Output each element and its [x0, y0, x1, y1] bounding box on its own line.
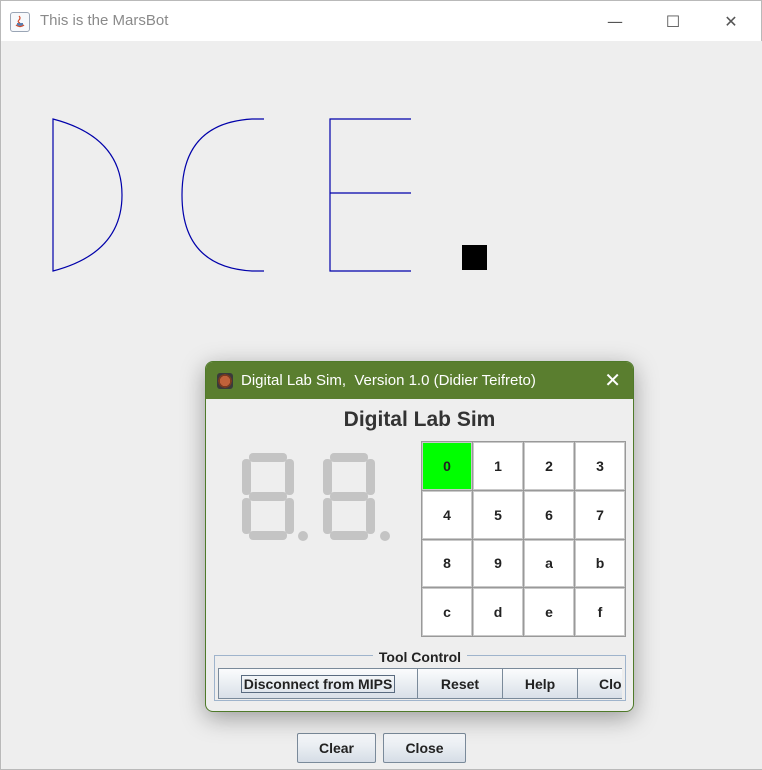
key-8[interactable]: 8 — [422, 539, 472, 588]
minimize-button[interactable]: — — [586, 1, 644, 41]
key-f[interactable]: f — [575, 588, 625, 636]
key-7[interactable]: 7 — [575, 490, 625, 539]
letter-c-stroke — [181, 118, 264, 272]
dialog-titlebar[interactable]: Digital Lab Sim, Version 1.0 (Didier Tei… — [206, 362, 633, 399]
key-e[interactable]: e — [524, 588, 574, 636]
dialog-close-icon[interactable]: ✕ — [604, 368, 621, 392]
key-a[interactable]: a — [524, 539, 574, 588]
key-d[interactable]: d — [473, 588, 523, 636]
tool-control-panel: Tool Control Disconnect from MIPS Reset … — [214, 649, 626, 701]
disconnect-from-mips-button[interactable]: Disconnect from MIPS — [218, 668, 418, 699]
close-icon: ✕ — [724, 11, 738, 31]
key-4[interactable]: 4 — [422, 490, 472, 539]
dialog-heading: Digital Lab Sim — [343, 408, 496, 431]
key-2[interactable]: 2 — [524, 442, 574, 490]
key-b[interactable]: b — [575, 539, 625, 588]
key-c[interactable]: c — [422, 588, 472, 636]
window-titlebar[interactable]: This is the MarsBot — ☐ ✕ — [1, 1, 761, 41]
disconnect-button-label: Disconnect from MIPS — [240, 674, 396, 693]
maximize-button[interactable]: ☐ — [644, 1, 702, 41]
digital-lab-sim-dialog: Digital Lab Sim, Version 1.0 (Didier Tei… — [205, 361, 634, 712]
java-app-icon — [10, 12, 30, 32]
letter-d-stroke — [52, 118, 123, 272]
key-3[interactable]: 3 — [575, 442, 625, 490]
key-0[interactable]: 0 — [422, 442, 472, 490]
minimize-icon: — — [607, 11, 623, 31]
tool-button-row: Disconnect from MIPS Reset Help Clos — [218, 668, 622, 699]
dot-mark — [462, 245, 487, 270]
tool-control-legend: Tool Control — [215, 647, 625, 666]
hex-keypad: 0 1 2 3 4 5 6 7 8 9 a b c d e f — [421, 441, 626, 637]
mars-icon — [217, 373, 233, 389]
letter-e-stroke — [329, 118, 411, 272]
tool-close-button[interactable]: Clos — [577, 668, 622, 699]
tool-control-label: Tool Control — [372, 649, 468, 665]
close-button[interactable]: ✕ — [702, 1, 760, 41]
key-6[interactable]: 6 — [524, 490, 574, 539]
reset-button[interactable]: Reset — [417, 668, 503, 699]
bottom-close-button[interactable]: Close — [383, 733, 466, 763]
key-5[interactable]: 5 — [473, 490, 523, 539]
key-9[interactable]: 9 — [473, 539, 523, 588]
clear-button[interactable]: Clear — [297, 733, 376, 763]
key-1[interactable]: 1 — [473, 442, 523, 490]
help-button[interactable]: Help — [502, 668, 578, 699]
window-title: This is the MarsBot — [40, 12, 169, 29]
maximize-icon: ☐ — [665, 11, 681, 31]
dialog-title: Digital Lab Sim, Version 1.0 (Didier Tei… — [241, 372, 536, 389]
seven-segment-display — [242, 453, 390, 541]
